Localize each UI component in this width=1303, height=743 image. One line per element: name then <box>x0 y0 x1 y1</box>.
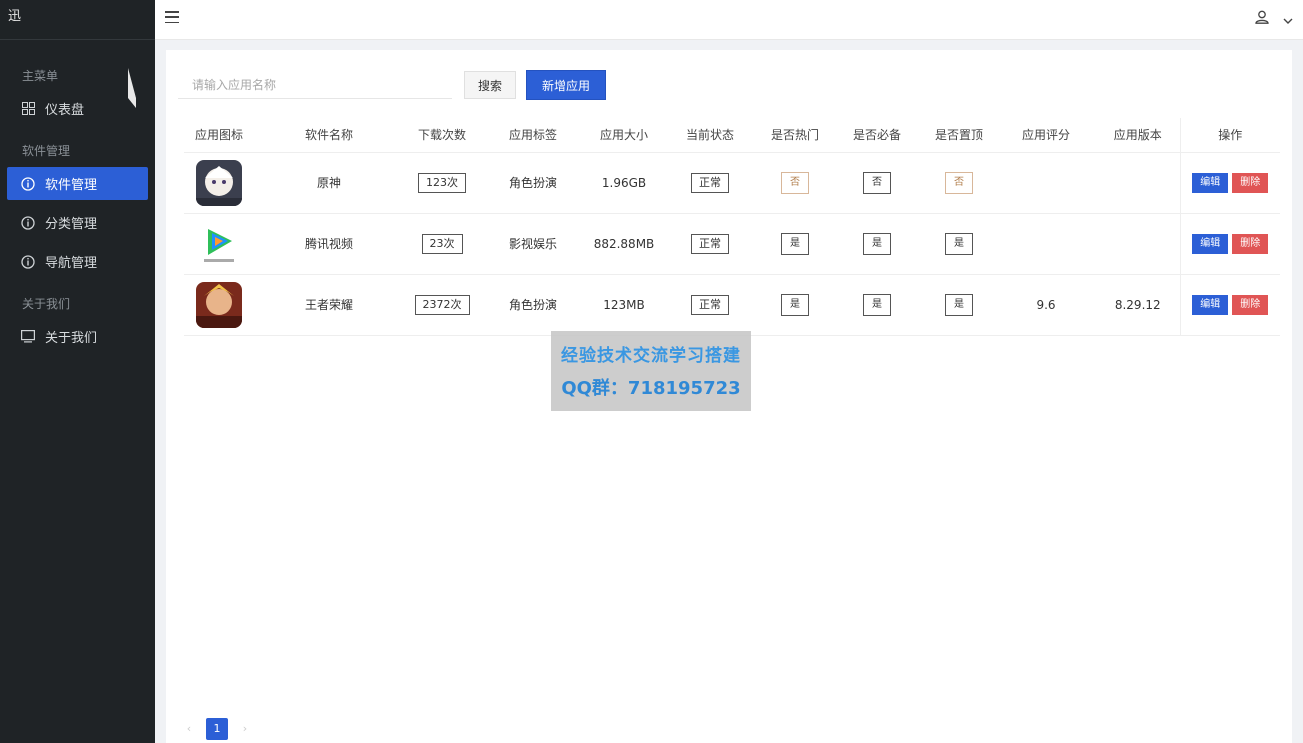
table-row: 腾讯视频 23次 影视娱乐 882.88MB 正常 是 是 是 编辑 删除 <box>184 213 1280 275</box>
must-flag: 是 <box>863 293 891 316</box>
monitor-icon <box>21 330 35 344</box>
edit-button[interactable]: 编辑 <box>1192 233 1229 254</box>
app-version <box>1096 152 1180 214</box>
search-input[interactable] <box>178 71 452 99</box>
delete-button[interactable]: 删除 <box>1232 172 1269 193</box>
column-header: 下载次数 <box>404 118 480 153</box>
download-count: 2372次 <box>414 294 470 315</box>
top-flag: 是 <box>945 293 973 316</box>
column-header: 软件名称 <box>254 118 404 153</box>
info-icon <box>21 254 35 269</box>
column-header: 应用图标 <box>184 118 254 153</box>
column-header: 是否热门 <box>758 118 832 153</box>
pagination: ‹ 1 › <box>178 718 256 740</box>
column-header: 应用标签 <box>480 118 586 153</box>
hot-flag: 是 <box>781 293 809 316</box>
app-name: 王者荣耀 <box>254 274 404 336</box>
top-flag: 否 <box>945 171 973 194</box>
grid-icon <box>21 102 35 116</box>
sidebar-item-about[interactable]: 关于我们 <box>7 320 148 353</box>
sidebar-item-category[interactable]: 分类管理 <box>7 206 148 239</box>
delete-button[interactable]: 删除 <box>1232 233 1269 254</box>
column-header: 应用版本 <box>1096 118 1180 153</box>
brand-title: 迅 <box>0 0 155 40</box>
hot-flag: 否 <box>781 171 809 194</box>
sidebar-group-software: 软件管理 <box>22 144 71 158</box>
toolbar: 搜索 新增应用 <box>178 70 606 100</box>
app-name: 原神 <box>254 152 404 214</box>
menu-icon[interactable] <box>165 10 179 24</box>
info-icon <box>21 215 35 230</box>
header-actions <box>1255 9 1293 28</box>
sidebar-group-about: 关于我们 <box>22 297 71 311</box>
watermark-overlay: 经验技术交流学习搭建 QQ群：718195723 <box>551 331 751 411</box>
app-rating: 9.6 <box>996 274 1096 336</box>
status-badge: 正常 <box>691 233 729 254</box>
app-tag: 影视娱乐 <box>480 213 586 275</box>
sidebar-item-software[interactable]: 软件管理 <box>7 167 148 200</box>
app-rating <box>996 152 1096 214</box>
info-icon <box>21 176 35 191</box>
app-size: 1.96GB <box>586 152 662 214</box>
watermark-line-2: QQ群：718195723 <box>561 378 741 399</box>
sidebar-item-label: 分类管理 <box>45 217 98 232</box>
must-flag: 是 <box>863 232 891 255</box>
sidebar-item-label: 导航管理 <box>45 256 98 271</box>
edit-button[interactable]: 编辑 <box>1192 294 1229 315</box>
top-flag: 是 <box>945 232 973 255</box>
column-header: 应用评分 <box>996 118 1096 153</box>
app-name: 腾讯视频 <box>254 213 404 275</box>
table-row: 原神 123次 角色扮演 1.96GB 正常 否 否 否 编辑 删除 <box>184 152 1280 214</box>
page-number-current[interactable]: 1 <box>206 718 228 740</box>
add-app-button[interactable]: 新增应用 <box>526 70 606 100</box>
table-row: 王者荣耀 2372次 角色扮演 123MB 正常 是 是 是 9.6 8.29.… <box>184 274 1280 336</box>
app-tag: 角色扮演 <box>480 152 586 214</box>
watermark-line-1: 经验技术交流学习搭建 <box>561 346 741 366</box>
column-header: 操作 <box>1179 118 1280 153</box>
delete-button[interactable]: 删除 <box>1232 294 1269 315</box>
sidebar-item-label: 关于我们 <box>45 331 98 346</box>
sidebar: 迅 主菜单 仪表盘 软件管理 软件管理 分类管理 导航管理 关于我们 关于我们 <box>0 0 155 743</box>
app-size: 882.88MB <box>586 213 662 275</box>
search-button[interactable]: 搜索 <box>464 71 516 99</box>
status-badge: 正常 <box>691 294 729 315</box>
status-badge: 正常 <box>691 172 729 193</box>
app-size: 123MB <box>586 274 662 336</box>
collapse-tab-icon[interactable] <box>126 68 138 108</box>
hot-flag: 是 <box>781 232 809 255</box>
download-count: 23次 <box>421 233 463 254</box>
app-rating <box>996 213 1096 275</box>
prev-page-button[interactable]: ‹ <box>178 718 200 740</box>
apps-table: 应用图标 软件名称 下载次数 应用标签 应用大小 当前状态 是否热门 是否必备 … <box>184 118 1280 336</box>
next-page-button[interactable]: › <box>234 718 256 740</box>
app-icon-tencent-video <box>196 220 242 267</box>
chevron-down-icon[interactable] <box>1283 9 1293 28</box>
edit-button[interactable]: 编辑 <box>1192 172 1229 193</box>
app-tag: 角色扮演 <box>480 274 586 336</box>
must-flag: 否 <box>863 171 891 194</box>
app-icon-genshin <box>196 159 242 206</box>
user-icon[interactable] <box>1255 9 1269 28</box>
column-header: 是否置顶 <box>922 118 996 153</box>
sidebar-item-navigation[interactable]: 导航管理 <box>7 245 148 278</box>
sidebar-item-label: 软件管理 <box>45 178 98 193</box>
app-icon-honor-of-kings <box>196 281 242 328</box>
column-header: 是否必备 <box>832 118 922 153</box>
column-header: 当前状态 <box>662 118 758 153</box>
sidebar-item-label: 仪表盘 <box>45 103 85 118</box>
table-header-row: 应用图标 软件名称 下载次数 应用标签 应用大小 当前状态 是否热门 是否必备 … <box>184 118 1280 153</box>
column-header: 应用大小 <box>586 118 662 153</box>
top-header <box>155 0 1303 40</box>
download-count: 123次 <box>418 172 466 193</box>
app-version: 8.29.12 <box>1096 274 1180 336</box>
app-version <box>1096 213 1180 275</box>
